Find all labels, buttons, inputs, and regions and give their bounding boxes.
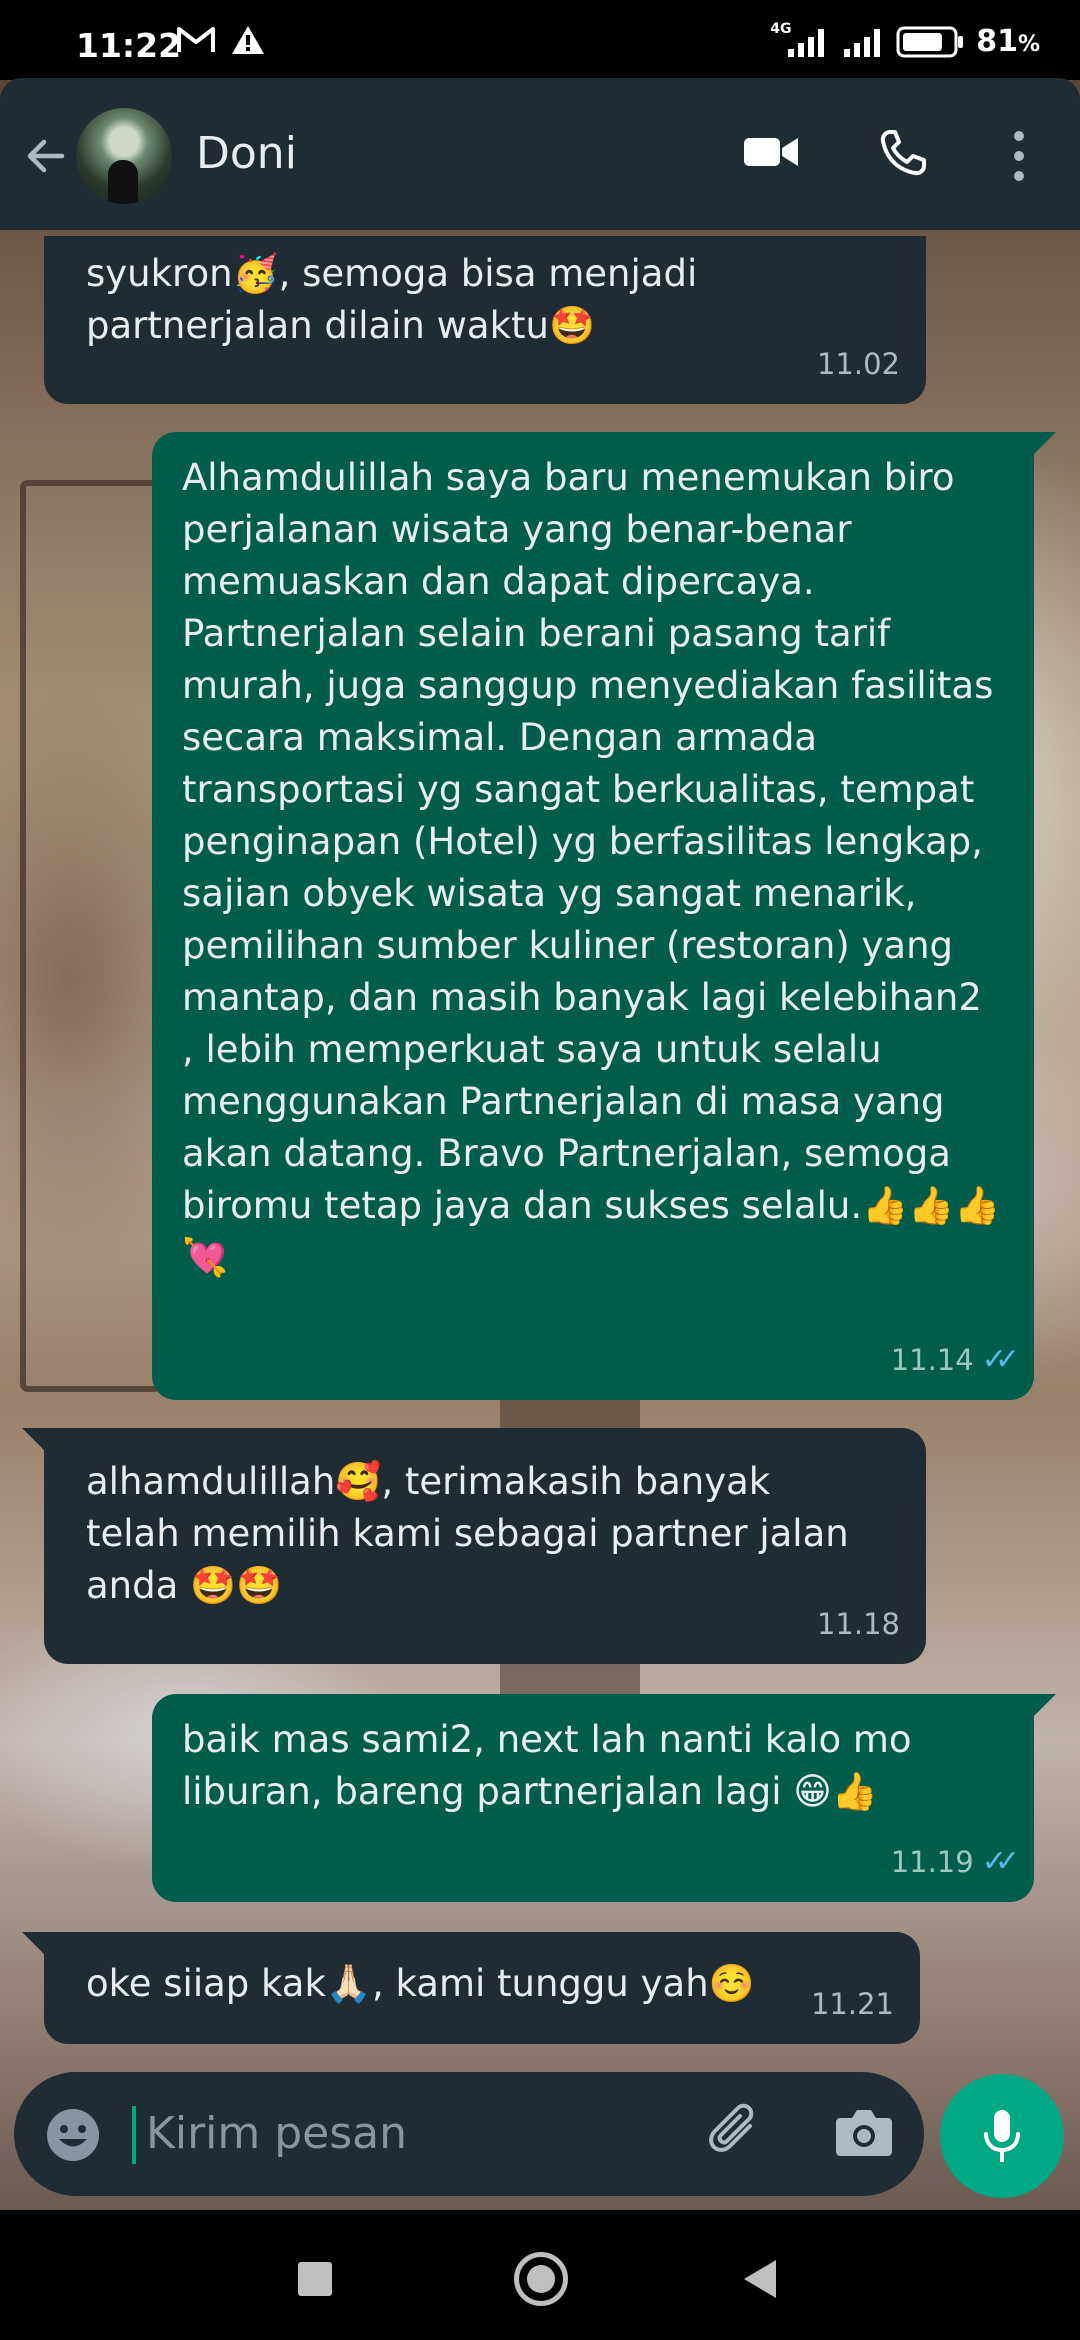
- message-incoming[interactable]: alhamdulillah🥰, terimakasih banyak telah…: [22, 1428, 926, 1664]
- mic-icon: [984, 2110, 1020, 2162]
- read-check-icon: ✓✓: [981, 1342, 1020, 1377]
- message-outgoing[interactable]: Alhamdulillah saya baru menemukan biro p…: [152, 432, 1056, 1400]
- contact-name[interactable]: Doni: [196, 128, 297, 179]
- message-input[interactable]: Kirim pesan: [146, 2108, 407, 2159]
- message-incoming[interactable]: syukron🥳, semoga bisa menjadi partnerjal…: [44, 236, 926, 404]
- home-icon[interactable]: [514, 2252, 568, 2306]
- message-composer[interactable]: Kirim pesan: [14, 2072, 924, 2196]
- battery-icon: [896, 26, 964, 57]
- voice-call-icon[interactable]: [878, 128, 928, 178]
- system-nav-bar: [0, 2210, 1080, 2340]
- emoji-icon[interactable]: [44, 2106, 102, 2164]
- read-check-icon: ✓✓: [981, 1844, 1020, 1879]
- video-call-icon[interactable]: [742, 128, 800, 176]
- message-text: syukron🥳, semoga bisa menjadi partnerjal…: [86, 252, 698, 347]
- signal-icon-2: [844, 28, 881, 57]
- message-time: 11.18: [816, 1607, 900, 1641]
- back-icon[interactable]: [744, 2260, 776, 2298]
- signal-icon-1: 4G: [770, 21, 832, 59]
- message-text: Alhamdulillah saya baru menemukan biro p…: [182, 456, 1001, 1279]
- message-outgoing[interactable]: baik mas sami2, next lah nanti kalo mo l…: [152, 1694, 1056, 1902]
- gmail-icon: [177, 27, 215, 52]
- message-text: oke siiap kak🙏🏻, kami tunggu yah☺️: [86, 1962, 755, 2005]
- status-bar: 11:22 4G 81%: [0, 0, 1080, 80]
- message-time: 11.02: [816, 347, 900, 381]
- status-time: 11:22: [76, 26, 182, 65]
- message-time: 11.19: [890, 1845, 974, 1879]
- contact-avatar[interactable]: [76, 108, 172, 204]
- attach-icon[interactable]: [706, 2102, 768, 2164]
- mic-button[interactable]: [940, 2074, 1064, 2198]
- battery-percent: 81: [976, 24, 1018, 59]
- camera-icon[interactable]: [834, 2104, 894, 2160]
- status-right-group: 4G 81%: [770, 20, 1040, 60]
- warning-icon: [232, 26, 264, 54]
- message-text: baik mas sami2, next lah nanti kalo mo l…: [182, 1718, 912, 1813]
- message-incoming[interactable]: oke siiap kak🙏🏻, kami tunggu yah☺️ 11.21: [22, 1932, 920, 2044]
- chat-header: Doni: [0, 78, 1080, 230]
- message-text: alhamdulillah🥰, terimakasih banyak telah…: [86, 1460, 849, 1607]
- back-arrow-icon[interactable]: [22, 132, 70, 180]
- more-options-icon[interactable]: [1004, 128, 1034, 184]
- text-cursor: [132, 2106, 136, 2164]
- recents-icon[interactable]: [298, 2262, 332, 2296]
- message-time: 11.14: [890, 1343, 974, 1377]
- message-time: 11.21: [810, 1987, 894, 2021]
